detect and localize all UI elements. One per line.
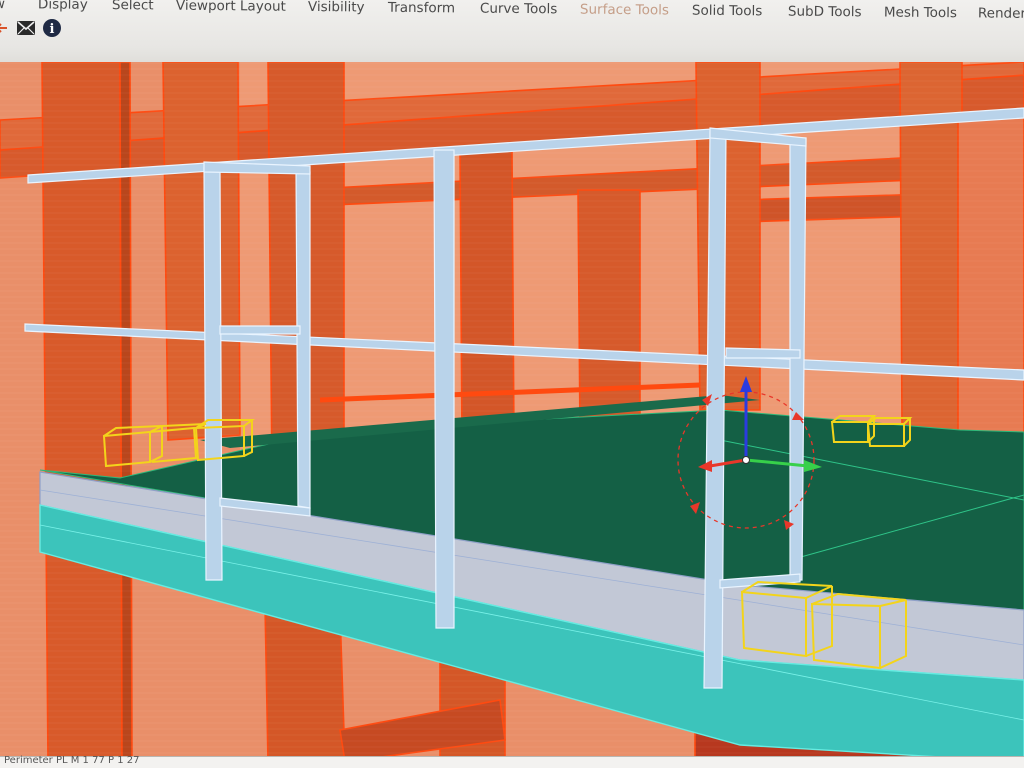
tab-w[interactable]: w bbox=[0, 0, 5, 12]
gizmo-origin[interactable] bbox=[742, 456, 750, 464]
rhino-window: w Display Select Viewport Layout Visibility T… bbox=[0, 0, 1024, 768]
tab-curve-tools[interactable]: Curve Tools bbox=[480, 1, 558, 18]
railing-post-3[interactable] bbox=[433, 149, 455, 629]
tab-surface-tools[interactable]: Surface Tools bbox=[580, 2, 669, 19]
perspective-viewport[interactable] bbox=[0, 62, 1024, 756]
frame-mid-right[interactable] bbox=[725, 347, 801, 359]
railing-post-2[interactable] bbox=[295, 169, 311, 509]
tab-select[interactable]: Select bbox=[112, 0, 154, 13]
tab-visibility[interactable]: Visibility bbox=[308, 0, 365, 15]
back-arrow-icon[interactable] bbox=[0, 18, 12, 38]
tab-mesh-tools[interactable]: Mesh Tools bbox=[884, 4, 957, 21]
tab-subd-tools[interactable]: SubD Tools bbox=[788, 4, 862, 21]
ribbon-toolbar: w Display Select Viewport Layout Visibility T… bbox=[0, 0, 1024, 69]
tab-transform[interactable]: Transform bbox=[388, 0, 455, 16]
status-bar: Perimeter PL M 1 77 P 1 27 bbox=[0, 755, 1024, 768]
info-icon[interactable]: i bbox=[42, 18, 62, 38]
tab-solid-tools[interactable]: Solid Tools bbox=[692, 3, 763, 20]
tab-display[interactable]: Display bbox=[38, 0, 88, 13]
frame-mid-left[interactable] bbox=[219, 325, 301, 335]
railing-post-1[interactable] bbox=[203, 167, 223, 581]
tab-viewport-layout[interactable]: Viewport Layout bbox=[176, 0, 286, 15]
mail-icon[interactable] bbox=[16, 18, 36, 38]
viewport-scene[interactable] bbox=[0, 62, 1024, 756]
menu-tab-strip: w Display Select Viewport Layout Visibility T… bbox=[0, 0, 1024, 35]
tab-render[interactable]: Render bbox=[978, 5, 1024, 21]
info-glyph: i bbox=[50, 22, 55, 37]
status-text: Perimeter PL M 1 77 P 1 27 bbox=[4, 755, 140, 766]
